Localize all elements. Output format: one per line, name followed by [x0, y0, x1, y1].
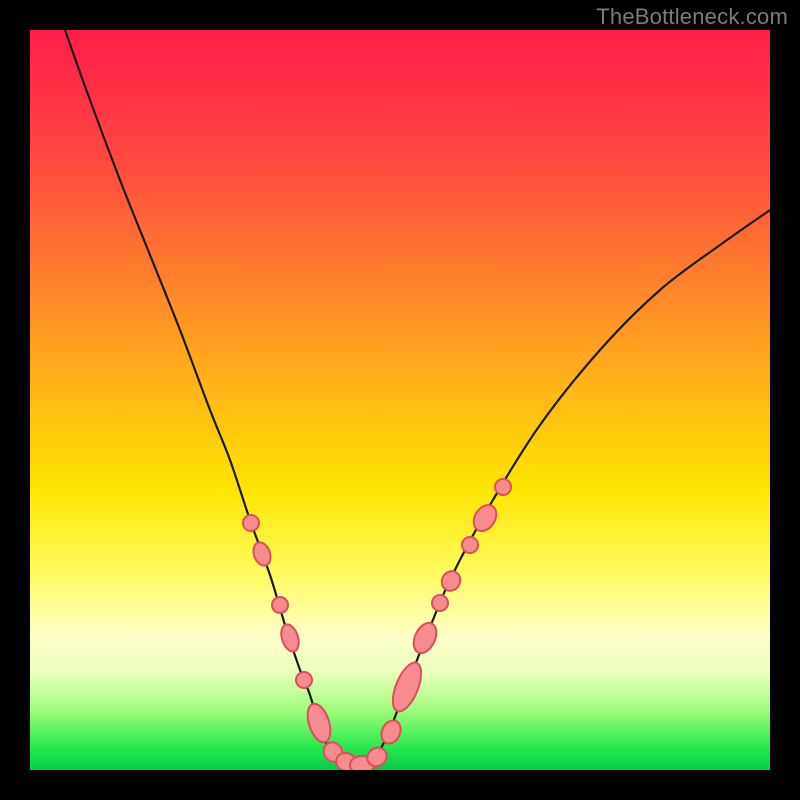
- chart-frame: TheBottleneck.com: [0, 0, 800, 800]
- data-point: [462, 537, 478, 553]
- data-point: [378, 717, 404, 746]
- data-point: [296, 672, 312, 688]
- data-point: [469, 501, 501, 535]
- curve-layer: [30, 30, 770, 770]
- data-point: [250, 540, 273, 568]
- plot-area: [30, 30, 770, 770]
- data-point: [438, 568, 463, 594]
- data-point: [278, 622, 302, 654]
- data-point: [495, 479, 511, 495]
- watermark-text: TheBottleneck.com: [596, 4, 788, 30]
- bottleneck-curve: [65, 30, 770, 766]
- data-point: [387, 659, 427, 715]
- data-point: [409, 619, 441, 656]
- data-point: [432, 595, 448, 611]
- data-point: [243, 515, 259, 531]
- data-point: [272, 597, 288, 613]
- data-point: [303, 701, 334, 745]
- data-point-markers: [243, 479, 511, 770]
